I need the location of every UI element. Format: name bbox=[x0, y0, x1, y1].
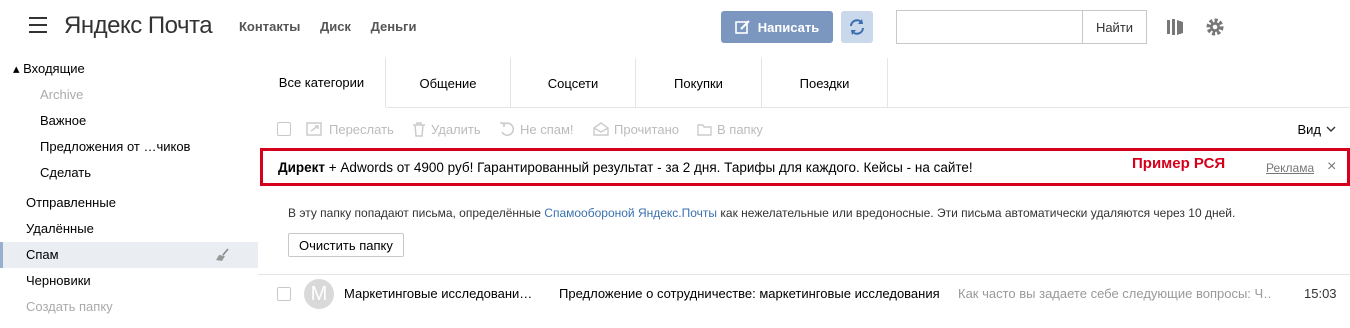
view-dropdown[interactable]: Вид bbox=[1297, 114, 1336, 144]
message-checkbox[interactable] bbox=[277, 287, 291, 301]
logo[interactable]: Яндекс Почта bbox=[64, 12, 213, 40]
folder-deleted[interactable]: Удалённые bbox=[0, 216, 258, 242]
tab-trips[interactable]: Поездки bbox=[762, 58, 888, 108]
folder-offers[interactable]: Предложения от …чиков bbox=[0, 134, 258, 160]
folder-sent[interactable]: Отправленные bbox=[0, 190, 258, 216]
folder-important[interactable]: Важное bbox=[0, 108, 258, 134]
tab-purchases[interactable]: Покупки bbox=[636, 58, 762, 108]
message-snippet: Как часто вы задаете себе следующие вопр… bbox=[958, 286, 1270, 301]
search-input[interactable] bbox=[897, 11, 1082, 43]
themes-icon[interactable] bbox=[1164, 16, 1186, 38]
broom-icon[interactable] bbox=[215, 248, 231, 262]
search-field[interactable] bbox=[896, 10, 1082, 44]
ad-text: Директ + Adwords от 4900 руб! Гарантиров… bbox=[278, 159, 973, 175]
spam-defense-link[interactable]: Спамообороной Яндекс.Почты bbox=[544, 206, 717, 220]
folder-inbox[interactable]: ▴ Входящие bbox=[0, 56, 258, 82]
settings-gear-icon[interactable] bbox=[1204, 16, 1226, 38]
folder-archive[interactable]: Archive bbox=[0, 82, 258, 108]
top-links: Контакты Диск Деньги bbox=[239, 19, 432, 34]
folder-icon bbox=[697, 124, 712, 136]
compose-label: Написать bbox=[757, 19, 820, 35]
main-panel: Все категории Общение Соцсети Покупки По… bbox=[258, 54, 1350, 328]
tab-all[interactable]: Все категории bbox=[258, 58, 386, 108]
folder-todo[interactable]: Сделать bbox=[0, 160, 258, 186]
folder-spam[interactable]: Спам bbox=[0, 242, 258, 268]
forward-button[interactable]: Переслать bbox=[306, 114, 394, 144]
close-icon[interactable]: × bbox=[1327, 158, 1336, 176]
spam-folder-note: В эту папку попадают письма, определённы… bbox=[288, 206, 1236, 220]
divider bbox=[258, 274, 1350, 275]
ad-banner[interactable]: Директ + Adwords от 4900 руб! Гарантиров… bbox=[260, 148, 1350, 186]
folder-drafts[interactable]: Черновики bbox=[0, 268, 258, 294]
pencil-icon bbox=[734, 20, 750, 34]
forward-icon bbox=[306, 122, 322, 136]
menu-icon[interactable] bbox=[29, 17, 47, 33]
message-date: 15:03 bbox=[1304, 286, 1337, 301]
tab-social-talk[interactable]: Общение bbox=[386, 58, 511, 108]
select-all-checkbox[interactable] bbox=[277, 122, 291, 136]
avatar: M bbox=[304, 279, 334, 309]
mark-read-button[interactable]: Прочитано bbox=[593, 114, 679, 144]
category-tabs: Все категории Общение Соцсети Покупки По… bbox=[258, 58, 1350, 108]
not-spam-button[interactable]: Не спам! bbox=[499, 114, 574, 144]
delete-button[interactable]: Удалить bbox=[412, 114, 481, 144]
search-button[interactable]: Найти bbox=[1082, 10, 1147, 44]
message-subject: Предложение о сотрудничестве: маркетинго… bbox=[559, 286, 940, 301]
toolbar: Переслать Удалить Не спам! Прочитано В п… bbox=[258, 114, 1350, 144]
open-envelope-icon bbox=[593, 122, 609, 136]
logo-mail: Почта bbox=[147, 12, 213, 39]
link-disk[interactable]: Диск bbox=[320, 19, 351, 34]
clear-folder-button[interactable]: Очистить папку bbox=[288, 233, 404, 257]
chevron-down-icon bbox=[1326, 126, 1336, 132]
link-money[interactable]: Деньги bbox=[371, 19, 417, 34]
trash-icon bbox=[413, 121, 425, 137]
move-to-folder-button[interactable]: В папку bbox=[697, 114, 763, 144]
header: Яндекс Почта Контакты Диск Деньги Написа… bbox=[0, 0, 1350, 54]
ad-label-link[interactable]: Реклама bbox=[1266, 161, 1314, 175]
logo-yandex: Яндекс bbox=[64, 12, 142, 39]
tab-socnets[interactable]: Соцсети bbox=[511, 58, 636, 108]
refresh-button[interactable] bbox=[841, 11, 873, 43]
undo-icon bbox=[500, 122, 515, 136]
create-folder-link[interactable]: Создать папку bbox=[0, 294, 258, 320]
ad-example-label: Пример РСЯ bbox=[1132, 155, 1226, 172]
message-row[interactable]: M Маркетинговые исследовани… Предложение… bbox=[258, 276, 1350, 312]
sidebar: ▴ Входящие Archive Важное Предложения от… bbox=[0, 54, 258, 328]
refresh-icon bbox=[850, 19, 864, 35]
compose-button[interactable]: Написать bbox=[721, 11, 833, 43]
link-contacts[interactable]: Контакты bbox=[239, 19, 300, 34]
message-sender: Маркетинговые исследовани… bbox=[344, 286, 533, 301]
